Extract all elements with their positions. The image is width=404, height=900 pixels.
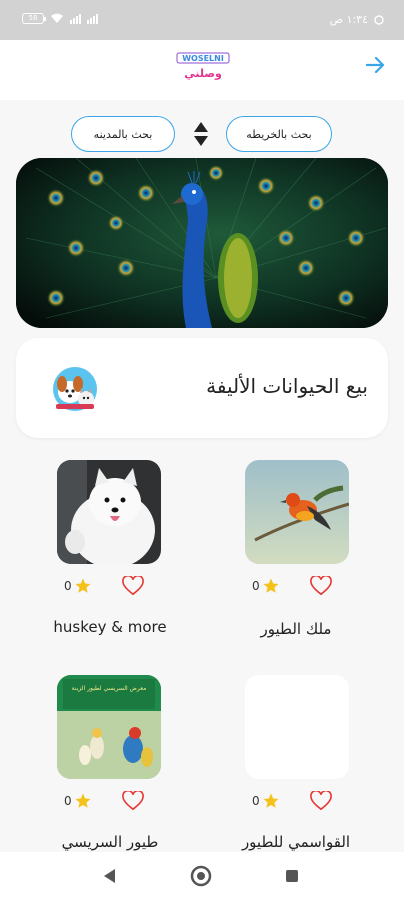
alarm-icon [374,14,384,25]
status-bar: 58 ١:٣٤ ص [0,0,404,40]
wifi-icon [51,13,63,23]
app-header: WOSELNI وصلني [0,40,404,100]
star-icon [263,578,279,593]
battery-icon: 58 [22,13,46,24]
logo-wordmark: WOSELNI [182,54,224,63]
rating-value: 0 [64,794,72,808]
search-by-map-button[interactable]: بحث بالخريطه [226,116,332,152]
store-photo-dog [57,460,161,564]
store-photo-bird [245,460,349,564]
store-card[interactable]: معرض السريسي لطيور الزينة 0 طيور السريسي [30,675,190,855]
search-options: بحث بالخريطه بحث بالمدينه [0,112,404,156]
store-photo-blank [245,675,349,779]
category-card[interactable]: بيع الحيوانات الأليفة [16,338,388,438]
store-meta: 0 [64,791,144,811]
recents-square-icon[interactable] [285,869,299,883]
rating-value: 0 [252,579,260,593]
store-card[interactable]: 0 القواسمي للطيور [216,675,376,855]
rating: 0 [64,792,92,810]
rating-value: 0 [64,579,72,593]
store-card[interactable]: 0 ملك الطيور [216,460,376,650]
heart-icon[interactable] [121,791,144,811]
swap-icon[interactable] [192,120,210,148]
star-icon [75,793,91,808]
category-title: بيع الحيوانات الأليفة [206,374,368,398]
banner-image[interactable] [16,158,388,328]
store-card[interactable]: 0 huskey & more [30,460,190,650]
star-icon [75,578,91,593]
shop-sign-text: معرض السريسي لطيور الزينة [72,685,147,692]
app-logo: WOSELNI وصلني [176,52,230,82]
heart-icon[interactable] [309,791,332,811]
arrow-right-icon[interactable] [364,54,386,76]
pets-icon [50,366,100,412]
store-name: طيور السريسي [61,833,159,851]
store-meta: 0 [64,576,144,596]
home-circle-icon[interactable] [190,865,212,887]
logo-arabic: وصلني [184,67,222,80]
rating: 0 [252,792,280,810]
signal-icon-2 [87,13,98,24]
signal-icon [70,13,81,24]
store-meta: 0 [252,791,332,811]
status-time: ١:٣٤ ص [329,13,368,26]
rating: 0 [252,577,280,595]
store-meta: 0 [252,576,332,596]
rating: 0 [64,577,92,595]
store-name: ملك الطيور [260,620,332,638]
heart-icon[interactable] [309,576,332,596]
star-icon [263,793,279,808]
rating-value: 0 [252,794,260,808]
heart-icon[interactable] [121,576,144,596]
store-photo-shop: معرض السريسي لطيور الزينة [57,675,161,779]
search-by-city-button[interactable]: بحث بالمدينه [71,116,175,152]
back-triangle-icon[interactable] [102,868,118,884]
system-nav-bar [0,852,404,900]
store-name: huskey & more [53,618,167,636]
store-name: القواسمي للطيور [241,833,351,851]
